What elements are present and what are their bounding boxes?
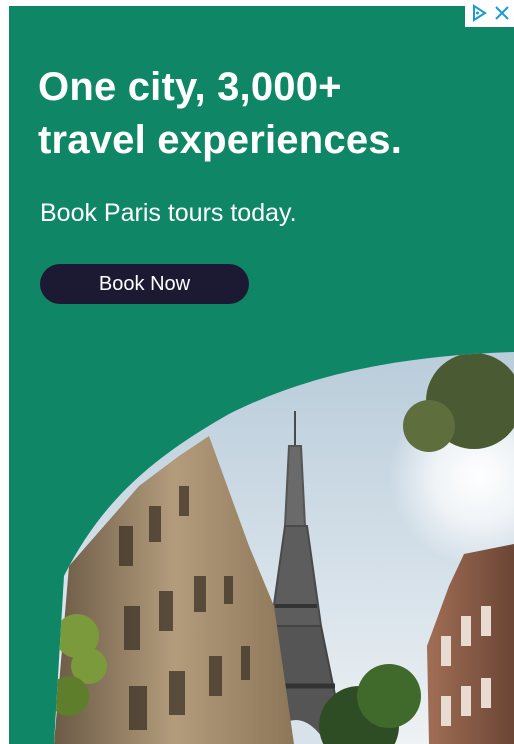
ad-controls [465,0,514,27]
headline-line-2: travel experiences. [38,118,403,162]
subheadline: Book Paris tours today. [40,199,297,227]
close-icon[interactable] [491,1,513,25]
headline: One city, 3,000+ travel experiences. [38,61,498,167]
adchoices-icon[interactable] [468,1,490,25]
headline-line-1: One city, 3,000+ [38,65,342,109]
book-now-button[interactable]: Book Now [40,264,249,304]
ad-banner[interactable]: One city, 3,000+ travel experiences. Boo… [9,6,514,744]
left-margin [0,0,9,744]
